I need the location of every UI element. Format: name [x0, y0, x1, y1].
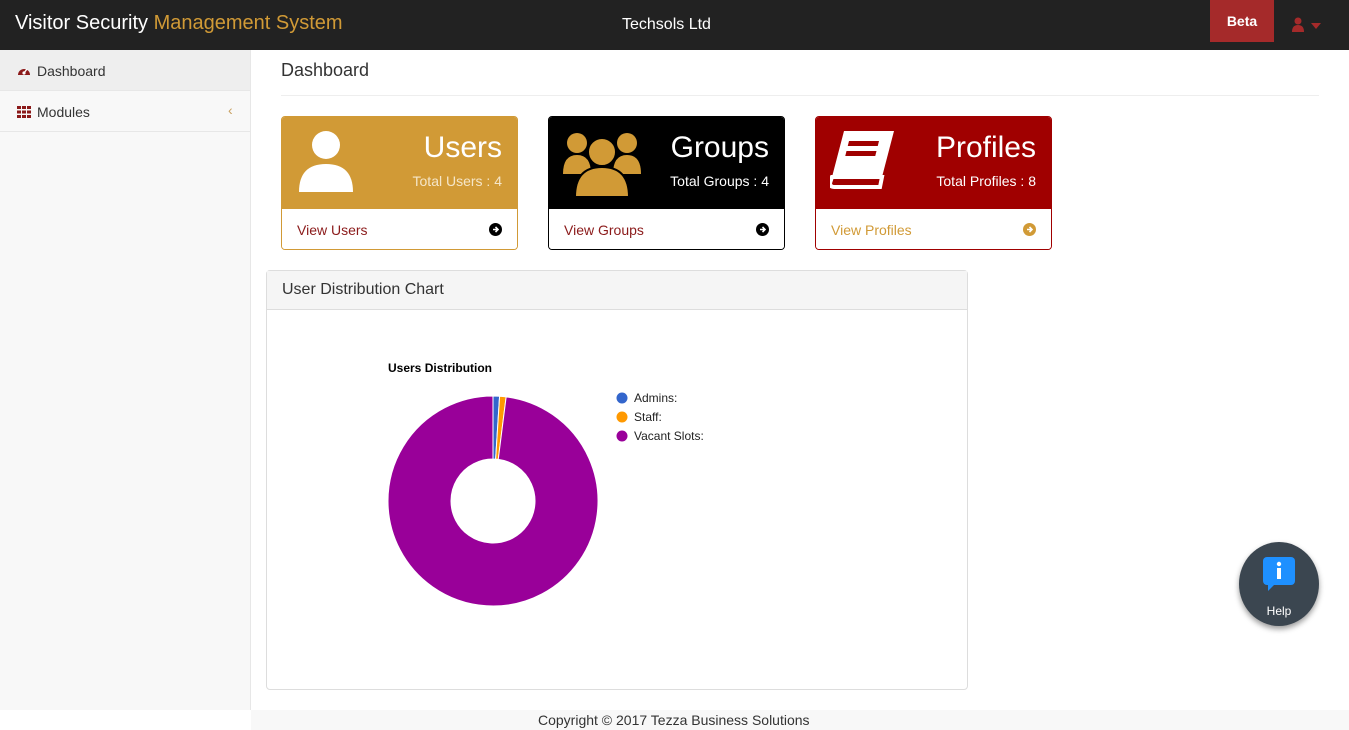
arrow-circle-right-icon [756, 223, 769, 236]
sidebar-item-label: Modules [37, 104, 90, 120]
user-icon [299, 131, 353, 192]
chart-panel-header: User Distribution Chart [267, 271, 967, 310]
profiles-panel-header: Profiles Total Profiles : 8 [816, 117, 1051, 209]
sidebar-item-dashboard[interactable]: Dashboard [0, 50, 250, 91]
legend-label-1[interactable]: Staff: [634, 410, 662, 424]
help-button[interactable]: Help [1239, 542, 1319, 626]
title-divider [281, 95, 1319, 96]
book-icon [830, 131, 894, 189]
page-title: Dashboard [281, 60, 370, 80]
sidebar-item-modules[interactable]: Modules ‹ [0, 91, 250, 132]
pie-data-label-2: 98% [470, 617, 494, 631]
chart-panel-title: User Distribution Chart [282, 281, 444, 298]
view-users-link[interactable]: View Users [282, 209, 517, 249]
brand-title-accent: Management System [153, 12, 343, 34]
group-icon [563, 133, 641, 198]
groups-panel-title: Groups [670, 131, 769, 164]
company-name: Techsols Ltd [622, 16, 711, 33]
groups-panel-header: Groups Total Groups : 4 [549, 117, 784, 209]
help-label: Help [1266, 604, 1292, 618]
arrow-circle-right-icon [1023, 223, 1036, 236]
legend-marker-2[interactable] [616, 430, 628, 442]
legend-label-0[interactable]: Admins: [634, 391, 677, 405]
users-distribution-chart: Users Distribution 98% Admins: Staff: Vaca… [387, 361, 704, 631]
users-panel-title: Users [423, 131, 502, 164]
grid-icon [17, 106, 31, 118]
view-groups-label: View Groups [564, 222, 644, 238]
legend-label-2[interactable]: Vacant Slots: [634, 429, 704, 443]
users-panel-header: Users Total Users : 4 [282, 117, 517, 209]
chart-title: Users Distribution [388, 361, 492, 375]
view-profiles-link[interactable]: View Profiles [816, 209, 1051, 249]
beta-badge[interactable]: Beta [1210, 0, 1274, 42]
groups-total-count: Total Groups : 4 [670, 173, 769, 189]
view-users-label: View Users [297, 222, 368, 238]
info-chat-icon [1263, 557, 1295, 591]
top-navbar: Visitor Security Management System Techs… [0, 0, 1349, 50]
users-panel: Users Total Users : 4 View Users [281, 116, 518, 250]
sidebar: Dashboard Modules ‹ [0, 50, 251, 710]
brand-title: Visitor Security [15, 12, 149, 34]
profiles-total-count: Total Profiles : 8 [936, 173, 1036, 189]
legend-marker-1[interactable] [616, 411, 628, 423]
sidebar-item-label: Dashboard [37, 63, 106, 79]
profiles-panel: Profiles Total Profiles : 8 View Profile… [815, 116, 1052, 250]
user-menu-dropdown[interactable] [1292, 16, 1322, 34]
user-distribution-panel: User Distribution Chart Users Distributi… [266, 270, 968, 690]
view-groups-link[interactable]: View Groups [549, 209, 784, 249]
arrow-circle-right-icon [489, 223, 502, 236]
view-profiles-label: View Profiles [831, 222, 912, 238]
copyright-text: Copyright © 2017 Tezza Business Solution… [538, 712, 810, 728]
users-total-count: Total Users : 4 [412, 173, 502, 189]
pie-slice-2[interactable] [387, 395, 599, 607]
footer: Copyright © 2017 Tezza Business Solution… [251, 710, 1349, 730]
dashboard-icon [18, 68, 30, 75]
groups-panel: Groups Total Groups : 4 View Groups [548, 116, 785, 250]
chevron-left-icon: ‹ [228, 102, 233, 118]
legend-marker-0[interactable] [616, 392, 628, 404]
profiles-panel-title: Profiles [935, 131, 1036, 164]
caret-down-icon [1311, 23, 1321, 29]
app-brand[interactable]: Visitor Security Management System [15, 12, 343, 35]
